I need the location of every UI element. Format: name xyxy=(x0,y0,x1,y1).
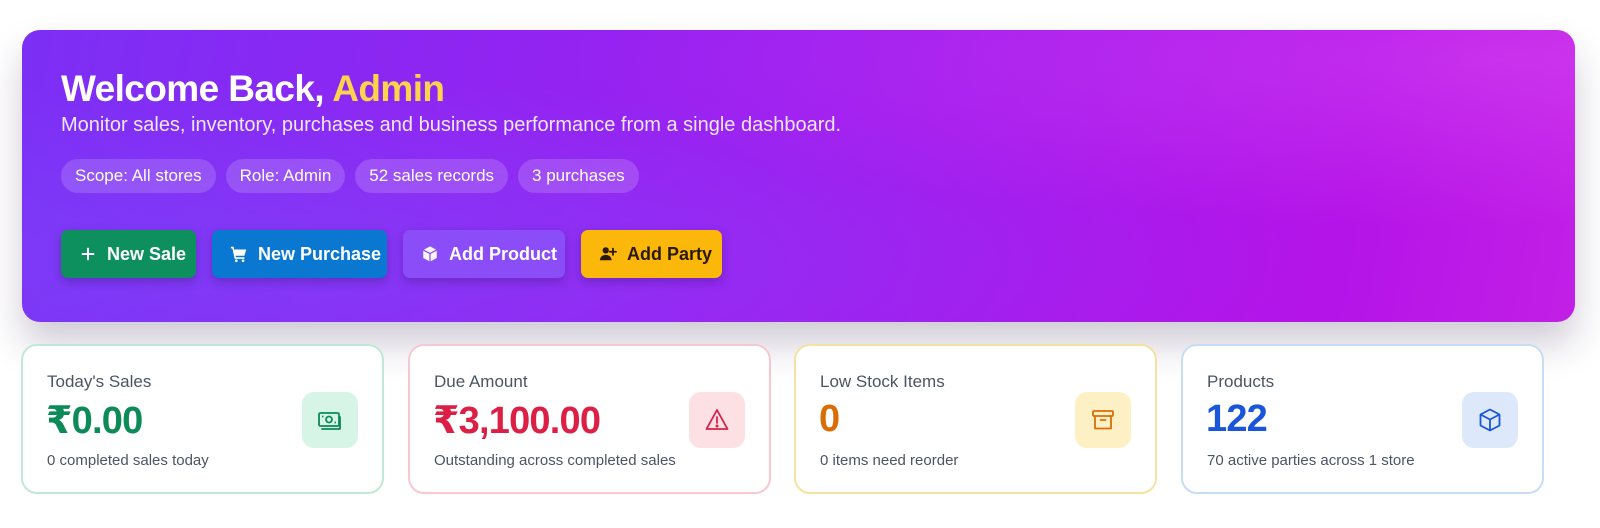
plus-icon xyxy=(79,245,97,263)
cash-icon xyxy=(302,392,358,448)
welcome-banner: Welcome Back, Admin Monitor sales, inven… xyxy=(22,30,1575,322)
new-sale-button[interactable]: New Sale xyxy=(61,230,196,278)
stat-label: Today's Sales xyxy=(47,372,152,391)
new-purchase-button[interactable]: New Purchase xyxy=(212,230,387,278)
quick-actions: New Sale New Purchase Add Product Add Pa… xyxy=(61,230,722,278)
user-plus-icon xyxy=(599,245,617,263)
scope-chip: Scope: All stores xyxy=(61,159,216,193)
stat-card-todays-sales: Today's Sales ₹0.00 0 completed sales to… xyxy=(21,344,384,494)
add-product-label: Add Product xyxy=(449,243,557,264)
cube-icon xyxy=(421,245,439,263)
stat-value: ₹3,100.00 xyxy=(433,400,601,442)
stat-value: ₹0.00 xyxy=(46,400,143,442)
stat-note: 0 items need reorder xyxy=(820,452,959,469)
add-party-label: Add Party xyxy=(627,243,713,264)
cube-icon xyxy=(1462,392,1518,448)
sales-records-chip: 52 sales records xyxy=(355,159,509,193)
welcome-subtitle: Monitor sales, inventory, purchases and … xyxy=(61,114,842,136)
context-chips: Scope: All stores Role: Admin 52 sales r… xyxy=(61,159,639,193)
stat-label: Due Amount xyxy=(434,372,528,391)
warning-icon xyxy=(689,392,745,448)
add-party-button[interactable]: Add Party xyxy=(581,230,722,278)
stat-note: 70 active parties across 1 store xyxy=(1207,452,1415,469)
archive-box-icon xyxy=(1075,392,1131,448)
stat-label: Low Stock Items xyxy=(820,372,945,391)
new-sale-label: New Sale xyxy=(107,243,187,264)
welcome-prefix: Welcome Back, xyxy=(61,68,325,109)
new-purchase-label: New Purchase xyxy=(258,243,382,264)
stat-card-products: Products 122 70 active parties across 1 … xyxy=(1181,344,1544,494)
role-chip: Role: Admin xyxy=(225,159,346,193)
stat-card-due-amount: Due Amount ₹3,100.00 Outstanding across … xyxy=(408,344,771,494)
welcome-user-name: Admin xyxy=(332,68,445,109)
purchases-chip: 3 purchases xyxy=(518,159,639,193)
stat-value: 0 xyxy=(819,398,840,440)
welcome-heading: Welcome Back, Admin xyxy=(61,68,445,110)
stat-note: 0 completed sales today xyxy=(47,452,209,469)
cart-icon xyxy=(230,245,248,263)
add-product-button[interactable]: Add Product xyxy=(403,230,565,278)
stat-value: 122 xyxy=(1206,398,1268,440)
stat-note: Outstanding across completed sales xyxy=(434,452,676,469)
stat-label: Products xyxy=(1207,372,1275,391)
stat-card-low-stock: Low Stock Items 0 0 items need reorder xyxy=(794,344,1157,494)
